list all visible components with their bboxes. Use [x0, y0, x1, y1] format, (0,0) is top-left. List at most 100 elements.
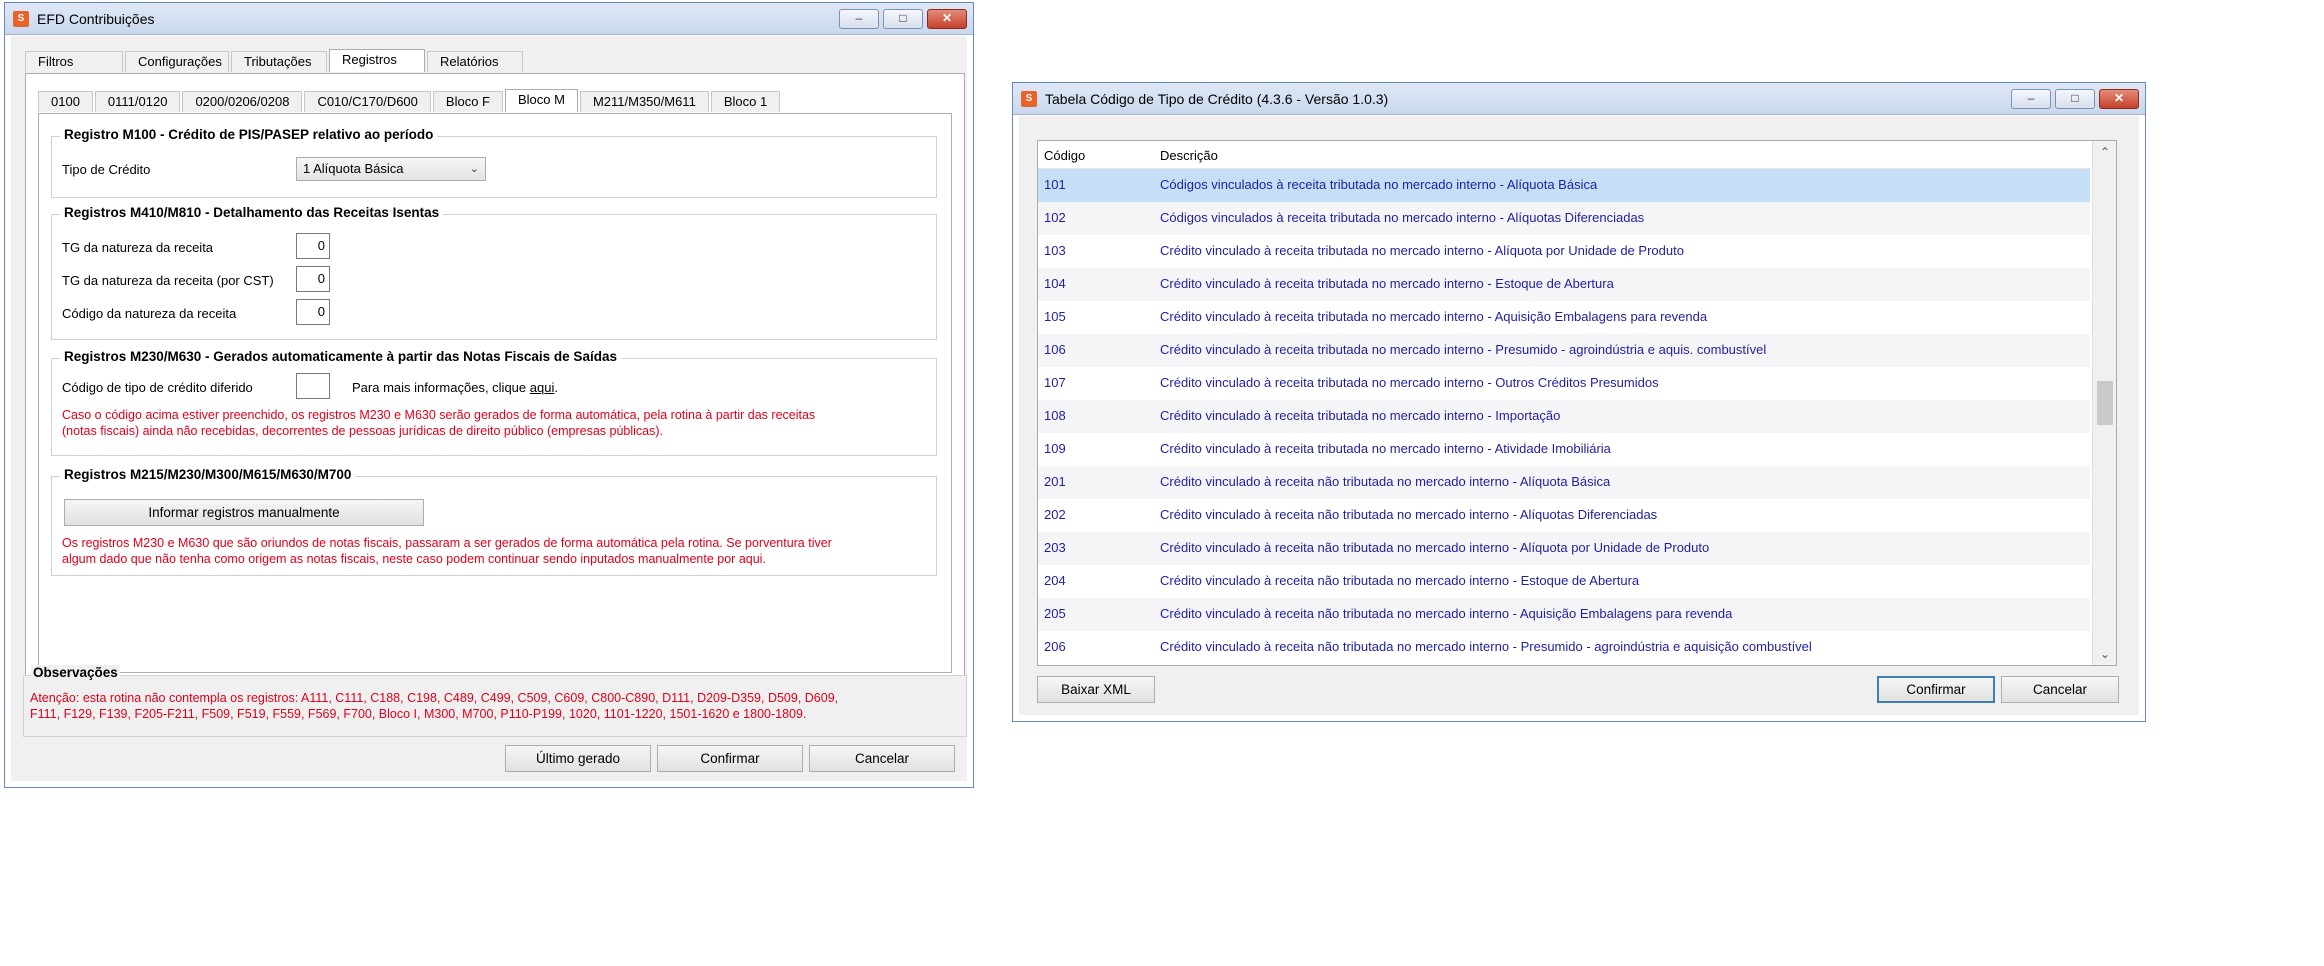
- row-description: Crédito vinculado à receita tributada no…: [1160, 309, 1708, 324]
- informar-manual-button[interactable]: Informar registros manualmente: [64, 499, 424, 526]
- table-row[interactable]: 101 Códigos vinculados à receita tributad…: [1038, 169, 2090, 202]
- tab-bloco-f[interactable]: Bloco F: [432, 91, 503, 112]
- tabela-client: Código Descrição 101 Códigos vinculados à…: [1019, 116, 2139, 715]
- confirmar-button[interactable]: Confirmar: [657, 745, 803, 772]
- ultimo-gerado-label: Último gerado: [535, 751, 621, 766]
- observacoes-title: Observações: [31, 665, 120, 680]
- info-link[interactable]: aqui: [530, 380, 555, 395]
- tabela-cancelar-button[interactable]: Cancelar: [2001, 676, 2119, 703]
- tab-0111[interactable]: 0111/0120: [94, 91, 181, 112]
- tab-registros[interactable]: Registros: [329, 49, 425, 72]
- maximize-icon[interactable]: □: [883, 9, 923, 29]
- tab-bloco-m[interactable]: Bloco M: [504, 89, 578, 112]
- row-code: 106: [1044, 342, 1066, 357]
- tabela-title: Tabela Código de Tipo de Crédito (4.3.6 …: [1045, 91, 1389, 107]
- table-row[interactable]: 204 Crédito vinculado à receita não tribu…: [1038, 565, 2090, 598]
- registros-panel: 0100 0111/0120 0200/0206/0208 C010/C170/…: [25, 73, 965, 683]
- row-description: Crédito vinculado à receita tributada no…: [1160, 276, 1614, 291]
- top-tabstrip: Filtros Configurações Tributações Regist…: [25, 49, 523, 73]
- row-code: 201: [1044, 474, 1066, 489]
- row-code: 102: [1044, 210, 1066, 225]
- row-description: Códigos vinculados à receita tributada n…: [1160, 177, 1598, 192]
- table-row[interactable]: 109 Crédito vinculado à receita tributada…: [1038, 433, 2090, 466]
- info-suffix: .: [554, 380, 558, 395]
- table-row[interactable]: 104 Crédito vinculado à receita tributada…: [1038, 268, 2090, 301]
- ultimo-gerado-button[interactable]: Último gerado: [505, 745, 651, 772]
- table-row[interactable]: 203 Crédito vinculado à receita não tribu…: [1038, 532, 2090, 565]
- row-description: Crédito vinculado à receita não tributad…: [1160, 474, 1611, 489]
- codigo-diferido-label: Código de tipo de crédito diferido: [62, 380, 253, 395]
- minimize-icon[interactable]: –: [2011, 89, 2051, 109]
- m100-title: Registro M100 - Crédito de PIS/PASEP rel…: [60, 127, 438, 142]
- m230-warning-line1: Caso o código acima estiver preenchido, …: [62, 408, 816, 422]
- close-icon[interactable]: ✕: [2099, 89, 2139, 109]
- col-codigo[interactable]: Código: [1044, 148, 1085, 163]
- m230-group: Registros M230/M630 - Gerados automatica…: [51, 349, 937, 456]
- m215-title: Registros M215/M230/M300/M615/M630/M700: [60, 467, 356, 482]
- codigo-table: Código Descrição 101 Códigos vinculados à…: [1037, 140, 2117, 666]
- m215-warning-line1: Os registros M230 e M630 que são oriundo…: [62, 536, 832, 550]
- scroll-thumb[interactable]: [2097, 381, 2113, 425]
- row-description: Crédito vinculado à receita não tributad…: [1160, 507, 1658, 522]
- row-description: Crédito vinculado à receita tributada no…: [1160, 441, 1611, 456]
- tipo-credito-select[interactable]: 1 Alíquota Básica ⌄: [296, 157, 486, 181]
- tabela-cancelar-label: Cancelar: [2032, 682, 2088, 697]
- row-code: 204: [1044, 573, 1066, 588]
- table-scrollbar[interactable]: ⌃ ⌄: [2092, 141, 2116, 665]
- codigo-diferido-input[interactable]: [296, 373, 330, 399]
- codigo-natureza-label: Código da natureza da receita: [62, 306, 237, 321]
- tabela-confirmar-label: Confirmar: [1906, 682, 1966, 697]
- row-description: Crédito vinculado à receita não tributad…: [1160, 573, 1640, 588]
- tabela-confirmar-button[interactable]: Confirmar: [1877, 676, 1995, 703]
- row-code: 105: [1044, 309, 1066, 324]
- observacoes-line2: F111, F129, F139, F205-F211, F509, F519,…: [30, 707, 807, 721]
- m215-warning-line2: algum dado que não tenha como origem as …: [62, 552, 766, 566]
- table-row[interactable]: 102 Códigos vinculados à receita tributad…: [1038, 202, 2090, 235]
- sub-tabstrip: 0100 0111/0120 0200/0206/0208 C010/C170/…: [38, 89, 781, 113]
- tab-0200[interactable]: 0200/0206/0208: [182, 91, 303, 112]
- app-icon: S: [1021, 91, 1037, 107]
- baixar-xml-button[interactable]: Baixar XML: [1037, 676, 1155, 703]
- row-description: Crédito vinculado à receita não tributad…: [1160, 540, 1710, 555]
- table-row[interactable]: 107 Crédito vinculado à receita tributada…: [1038, 367, 2090, 400]
- table-row[interactable]: 108 Crédito vinculado à receita tributada…: [1038, 400, 2090, 433]
- efd-client: Filtros Configurações Tributações Regist…: [11, 36, 967, 781]
- table-row[interactable]: 202 Crédito vinculado à receita não tribu…: [1038, 499, 2090, 532]
- table-row[interactable]: 206 Crédito vinculado à receita não tribu…: [1038, 631, 2090, 664]
- row-code: 206: [1044, 639, 1066, 654]
- col-descricao[interactable]: Descrição: [1160, 148, 1218, 163]
- table-row[interactable]: 201 Crédito vinculado à receita não tribu…: [1038, 466, 2090, 499]
- efd-titlebar[interactable]: S EFD Contribuições – □ ✕: [5, 3, 973, 35]
- tab-bloco-1[interactable]: Bloco 1: [710, 91, 781, 112]
- window-title: EFD Contribuições: [37, 11, 155, 27]
- chevron-down-icon: ⌄: [469, 163, 479, 175]
- close-icon[interactable]: ✕: [927, 9, 967, 29]
- tabela-titlebar[interactable]: S Tabela Código de Tipo de Crédito (4.3.…: [1013, 83, 2145, 115]
- maximize-icon[interactable]: □: [2055, 89, 2095, 109]
- tab-0100[interactable]: 0100: [38, 91, 93, 112]
- tg-natureza-cst-input[interactable]: 0: [296, 266, 330, 292]
- m230-warning-line2: (notas fiscais) ainda não recebidas, dec…: [62, 424, 664, 438]
- tg-natureza-label: TG da natureza da receita: [62, 240, 214, 255]
- table-row[interactable]: 105 Crédito vinculado à receita tributada…: [1038, 301, 2090, 334]
- tab-relatorios[interactable]: Relatórios: [427, 51, 523, 72]
- table-row[interactable]: 103 Crédito vinculado à receita tributada…: [1038, 235, 2090, 268]
- tg-natureza-input[interactable]: 0: [296, 233, 330, 259]
- codigo-natureza-input[interactable]: 0: [296, 299, 330, 325]
- scroll-down-icon[interactable]: ⌄: [2093, 643, 2116, 665]
- m215-group: Registros M215/M230/M300/M615/M630/M700 …: [51, 467, 937, 576]
- tab-configuracoes[interactable]: Configurações: [125, 51, 229, 72]
- tab-tributacoes[interactable]: Tributações: [231, 51, 327, 72]
- row-description: Crédito vinculado à receita tributada no…: [1160, 375, 1659, 390]
- table-row[interactable]: 205 Crédito vinculado à receita não tribu…: [1038, 598, 2090, 631]
- observacoes-line1: Atenção: esta rotina não contempla os re…: [30, 691, 839, 705]
- cancelar-button[interactable]: Cancelar: [809, 745, 955, 772]
- tab-m211[interactable]: M211/M350/M611: [579, 91, 709, 112]
- minimize-icon[interactable]: –: [839, 9, 879, 29]
- table-row[interactable]: 106 Crédito vinculado à receita tributada…: [1038, 334, 2090, 367]
- tab-c010[interactable]: C010/C170/D600: [304, 91, 431, 112]
- bloco-m-panel: Registro M100 - Crédito de PIS/PASEP rel…: [38, 113, 952, 673]
- row-code: 104: [1044, 276, 1066, 291]
- tab-filtros[interactable]: Filtros: [25, 51, 123, 72]
- scroll-up-icon[interactable]: ⌃: [2093, 141, 2116, 163]
